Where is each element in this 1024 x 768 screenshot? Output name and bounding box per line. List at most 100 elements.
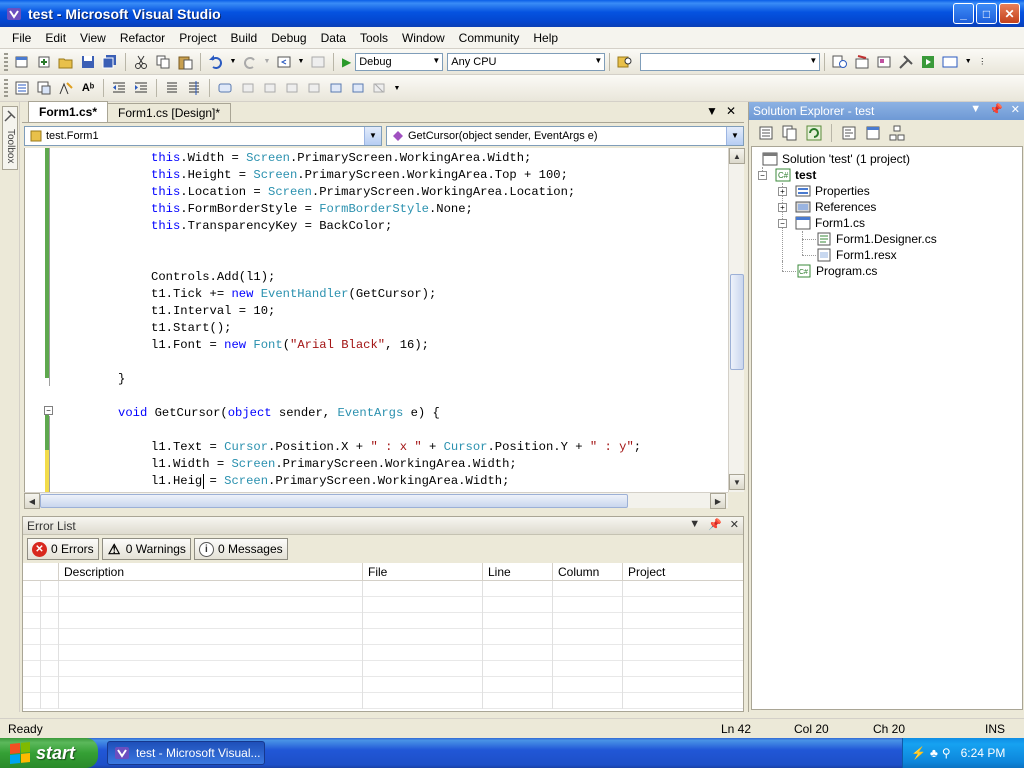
scroll-down-icon[interactable]: ▼: [729, 474, 745, 490]
clock[interactable]: 6:24 PM: [961, 746, 1006, 760]
tree-node-form1-designer[interactable]: Form1.Designer.cs: [816, 231, 937, 247]
column-header-index[interactable]: [23, 563, 59, 580]
view-code-icon[interactable]: [841, 125, 857, 141]
toolbox-icon[interactable]: [898, 54, 914, 70]
show-all-files-icon[interactable]: [782, 125, 798, 141]
solution-configuration-combo[interactable]: Debug ▼: [355, 52, 444, 71]
close-document-icon[interactable]: ✕: [726, 104, 736, 118]
close-button[interactable]: ✕: [999, 3, 1020, 24]
solution-platform-combo[interactable]: Any CPU ▼: [447, 52, 606, 71]
tab-form1-cs[interactable]: Form1.cs*: [28, 101, 109, 122]
open-file-icon[interactable]: [58, 54, 74, 70]
tree-node-properties[interactable]: + Properties: [778, 183, 870, 199]
copy-icon[interactable]: [155, 54, 171, 70]
auto-hide-pin-icon[interactable]: 📌: [989, 103, 1003, 116]
cut-icon[interactable]: [133, 54, 149, 70]
previous-bookmark-in-document-icon[interactable]: [327, 80, 343, 96]
clear-bookmarks-icon[interactable]: [371, 80, 387, 96]
navigate-backward-icon[interactable]: [276, 54, 292, 70]
active-files-dropdown-icon[interactable]: ▼: [706, 104, 718, 118]
toolbar-overflow-icon[interactable]: ⋮: [978, 54, 986, 70]
tree-node-solution[interactable]: Solution 'test' (1 project): [762, 151, 910, 167]
scroll-left-icon[interactable]: ◀: [24, 493, 40, 509]
toolbar-options-icon[interactable]: ▼: [393, 80, 401, 96]
close-panel-icon[interactable]: ✕: [730, 518, 739, 531]
horizontal-scrollbar[interactable]: ◀ ▶: [24, 492, 728, 509]
menu-view[interactable]: View: [73, 31, 113, 45]
menu-debug[interactable]: Debug: [264, 31, 313, 45]
window-position-icon[interactable]: ▼: [689, 518, 700, 531]
collapse-icon[interactable]: −: [44, 406, 53, 415]
error-list-grid[interactable]: Description File Line Column Project: [23, 563, 743, 711]
save-all-icon[interactable]: [102, 54, 118, 70]
refresh-icon[interactable]: [806, 125, 822, 141]
menu-data[interactable]: Data: [314, 31, 353, 45]
next-bookmark-in-folder-icon[interactable]: [305, 80, 321, 96]
redo-icon[interactable]: [242, 54, 258, 70]
close-panel-icon[interactable]: ✕: [1011, 103, 1020, 116]
toolbox-tab[interactable]: Toolbox: [2, 106, 18, 170]
window-position-icon[interactable]: ▼: [970, 103, 981, 116]
column-header-project[interactable]: Project: [623, 563, 743, 580]
menu-refactor[interactable]: Refactor: [113, 31, 172, 45]
security-icon[interactable]: ♣: [930, 746, 938, 760]
display-object-member-list-icon[interactable]: [14, 80, 30, 96]
object-browser-icon[interactable]: [876, 54, 892, 70]
menu-window[interactable]: Window: [395, 31, 452, 45]
minimize-button[interactable]: _: [953, 3, 974, 24]
menu-build[interactable]: Build: [224, 31, 265, 45]
command-window-icon[interactable]: [942, 54, 958, 70]
navigate-forward-icon[interactable]: [310, 54, 326, 70]
tab-form1-design[interactable]: Form1.cs [Design]*: [107, 103, 232, 122]
previous-bookmark-icon[interactable]: [239, 80, 255, 96]
column-header-file[interactable]: File: [363, 563, 483, 580]
undo-dropdown-icon[interactable]: ▼: [230, 54, 237, 70]
members-combo[interactable]: GetCursor(object sender, EventArgs e) ▼: [386, 125, 744, 146]
menu-tools[interactable]: Tools: [353, 31, 395, 45]
find-combo[interactable]: ▼: [640, 52, 821, 71]
errors-filter-button[interactable]: ✕ 0 Errors: [27, 538, 99, 560]
find-in-files-icon[interactable]: [617, 54, 633, 70]
tree-node-project[interactable]: − C# test: [758, 167, 816, 183]
collapse-icon[interactable]: −: [758, 170, 767, 180]
redo-dropdown-icon[interactable]: ▼: [264, 54, 271, 70]
messages-filter-button[interactable]: i 0 Messages: [193, 538, 288, 560]
start-page-icon[interactable]: [920, 54, 936, 70]
next-bookmark-icon[interactable]: [261, 80, 277, 96]
menu-edit[interactable]: Edit: [38, 31, 73, 45]
tree-node-program[interactable]: C# Program.cs: [796, 263, 877, 279]
taskbar-item-visual-studio[interactable]: test - Microsoft Visual...: [107, 741, 265, 765]
decrease-indent-icon[interactable]: [111, 80, 127, 96]
column-header-line[interactable]: Line: [483, 563, 553, 580]
vertical-scroll-thumb[interactable]: [730, 274, 744, 370]
display-quick-info-icon[interactable]: [58, 80, 74, 96]
types-combo[interactable]: test.Form1 ▼: [24, 125, 382, 146]
increase-indent-icon[interactable]: [133, 80, 149, 96]
toolbar-options-icon[interactable]: ▼: [964, 54, 972, 70]
undo-icon[interactable]: [208, 54, 224, 70]
properties-icon[interactable]: [758, 125, 774, 141]
tree-node-references[interactable]: + References: [778, 199, 876, 215]
solution-explorer-icon[interactable]: [832, 54, 848, 70]
expand-icon[interactable]: +: [778, 202, 787, 212]
paste-icon[interactable]: [177, 54, 193, 70]
view-class-diagram-icon[interactable]: [889, 125, 905, 141]
tree-node-form1-resx[interactable]: Form1.resx: [816, 247, 897, 263]
solution-tree[interactable]: Solution 'test' (1 project) − C# test + …: [751, 146, 1023, 710]
menu-help[interactable]: Help: [526, 31, 565, 45]
next-bookmark-in-document-icon[interactable]: [349, 80, 365, 96]
warnings-filter-button[interactable]: ⚠ 0 Warnings: [101, 538, 191, 560]
add-item-icon[interactable]: [36, 54, 52, 70]
menu-community[interactable]: Community: [452, 31, 527, 45]
maximize-button[interactable]: □: [976, 3, 997, 24]
menu-file[interactable]: File: [5, 31, 38, 45]
code-editor[interactable]: − this.Width = Screen.PrimaryScreen.Work…: [24, 148, 728, 492]
network-icon[interactable]: ⚡: [911, 746, 926, 760]
scroll-right-icon[interactable]: ▶: [710, 493, 726, 509]
uncomment-lines-icon[interactable]: [186, 80, 202, 96]
expand-icon[interactable]: +: [778, 186, 787, 196]
toggle-bookmark-icon[interactable]: [217, 80, 233, 96]
save-icon[interactable]: [80, 54, 96, 70]
toolbar-grip[interactable]: [4, 52, 8, 71]
properties-window-icon[interactable]: [854, 54, 870, 70]
